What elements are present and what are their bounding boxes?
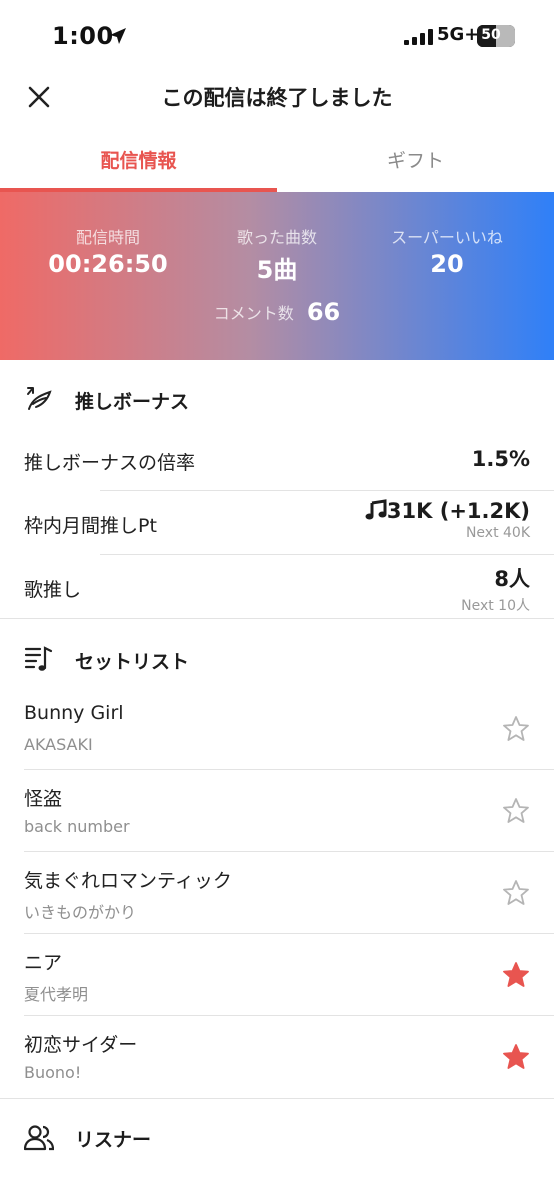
setlist-item[interactable]: Bunny Girl AKASAKI — [0, 688, 554, 770]
stat-songs-value: 5曲 — [256, 256, 298, 284]
song-title: 気まぐれロマンティック — [24, 870, 232, 892]
star-icon[interactable] — [502, 1043, 530, 1071]
divider — [0, 618, 554, 619]
stat-super-likes: スーパーいいね 20 — [357, 224, 537, 278]
bonus-section-header: 推しボーナス — [0, 370, 554, 430]
stat-songs-label: 歌った曲数 — [236, 228, 317, 247]
setlist-section-title: セットリスト — [75, 651, 190, 673]
song-artist: いきものがかり — [24, 903, 137, 922]
song-artist: AKASAKI — [24, 735, 93, 754]
stat-comments: コメント数 66 — [0, 298, 554, 326]
setlist-section-header: セットリスト — [0, 630, 554, 690]
tab-stream-info[interactable]: 配信情報 — [0, 130, 277, 192]
star-icon[interactable] — [502, 961, 530, 989]
song-supporters-row: 歌推し 8人 Next 10人 — [0, 555, 554, 618]
status-bar: 1:00 5G+ 50 — [0, 0, 554, 70]
bonus-rate-value: 1.5% — [471, 447, 530, 471]
song-artist: Buono! — [24, 1063, 82, 1082]
song-supporters-value: 8人 — [494, 567, 530, 591]
stat-duration-value: 00:26:50 — [48, 250, 168, 278]
setlist-item[interactable]: 初恋サイダー Buono! — [0, 1016, 554, 1098]
header: この配信は終了しました — [0, 70, 554, 124]
page-title: この配信は終了しました — [161, 86, 393, 110]
music-note-icon — [365, 499, 387, 520]
monthly-points-label: 枠内月間推しPt — [24, 515, 157, 537]
song-title: Bunny Girl — [24, 702, 124, 724]
tab-gift[interactable]: ギフト — [277, 130, 554, 192]
star-icon[interactable] — [502, 797, 530, 825]
listeners-section-title: リスナー — [75, 1129, 152, 1151]
song-title: 初恋サイダー — [24, 1034, 138, 1056]
bonus-rate-row: 推しボーナスの倍率 1.5% — [0, 430, 554, 490]
monthly-points-row: 枠内月間推しPt 31K (+1.2K) Next 40K — [0, 491, 554, 554]
divider — [0, 1098, 554, 1099]
song-artist: 夏代孝明 — [24, 985, 89, 1004]
signal-icon — [404, 29, 433, 45]
song-supporters-label: 歌推し — [24, 579, 82, 601]
monthly-points-value: 31K (+1.2K) — [386, 499, 530, 523]
star-icon[interactable] — [502, 715, 530, 743]
location-arrow-icon — [110, 28, 126, 44]
monthly-points-next: Next 40K — [465, 525, 530, 541]
listeners-section-header: リスナー — [0, 1108, 554, 1168]
setlist-item[interactable]: 気まぐれロマンティック いきものがかり — [0, 852, 554, 934]
stat-duration: 配信時間 00:26:50 — [18, 224, 198, 278]
stat-songs: 歌った曲数 5曲 — [187, 224, 367, 285]
battery-percent: 50 — [481, 27, 501, 43]
song-title: ニア — [24, 952, 63, 974]
song-supporters-next: Next 10人 — [461, 598, 530, 614]
song-title: 怪盗 — [24, 788, 63, 810]
battery-icon: 50 — [477, 25, 515, 47]
bonus-section-title: 推しボーナス — [75, 391, 190, 413]
tab-bar: 配信情報 ギフト — [0, 130, 554, 192]
stat-comments-value: 66 — [306, 298, 341, 326]
stat-super-likes-label: スーパーいいね — [391, 228, 503, 247]
star-icon[interactable] — [502, 879, 530, 907]
stat-comments-label: コメント数 — [213, 304, 294, 323]
setlist-item[interactable]: 怪盗 back number — [0, 770, 554, 852]
network-type: 5G+ — [437, 24, 480, 45]
bonus-rate-label: 推しボーナスの倍率 — [24, 452, 196, 474]
stats-banner: 配信時間 00:26:50 歌った曲数 5曲 スーパーいいね 20 コメント数 … — [0, 192, 554, 360]
status-time: 1:00 — [52, 22, 114, 50]
stat-super-likes-value: 20 — [430, 250, 464, 278]
playlist-icon — [24, 646, 53, 671]
song-artist: back number — [24, 817, 130, 836]
wing-icon — [27, 387, 52, 410]
setlist-item[interactable]: ニア 夏代孝明 — [0, 934, 554, 1016]
stat-duration-label: 配信時間 — [75, 228, 140, 247]
users-icon — [24, 1125, 54, 1151]
